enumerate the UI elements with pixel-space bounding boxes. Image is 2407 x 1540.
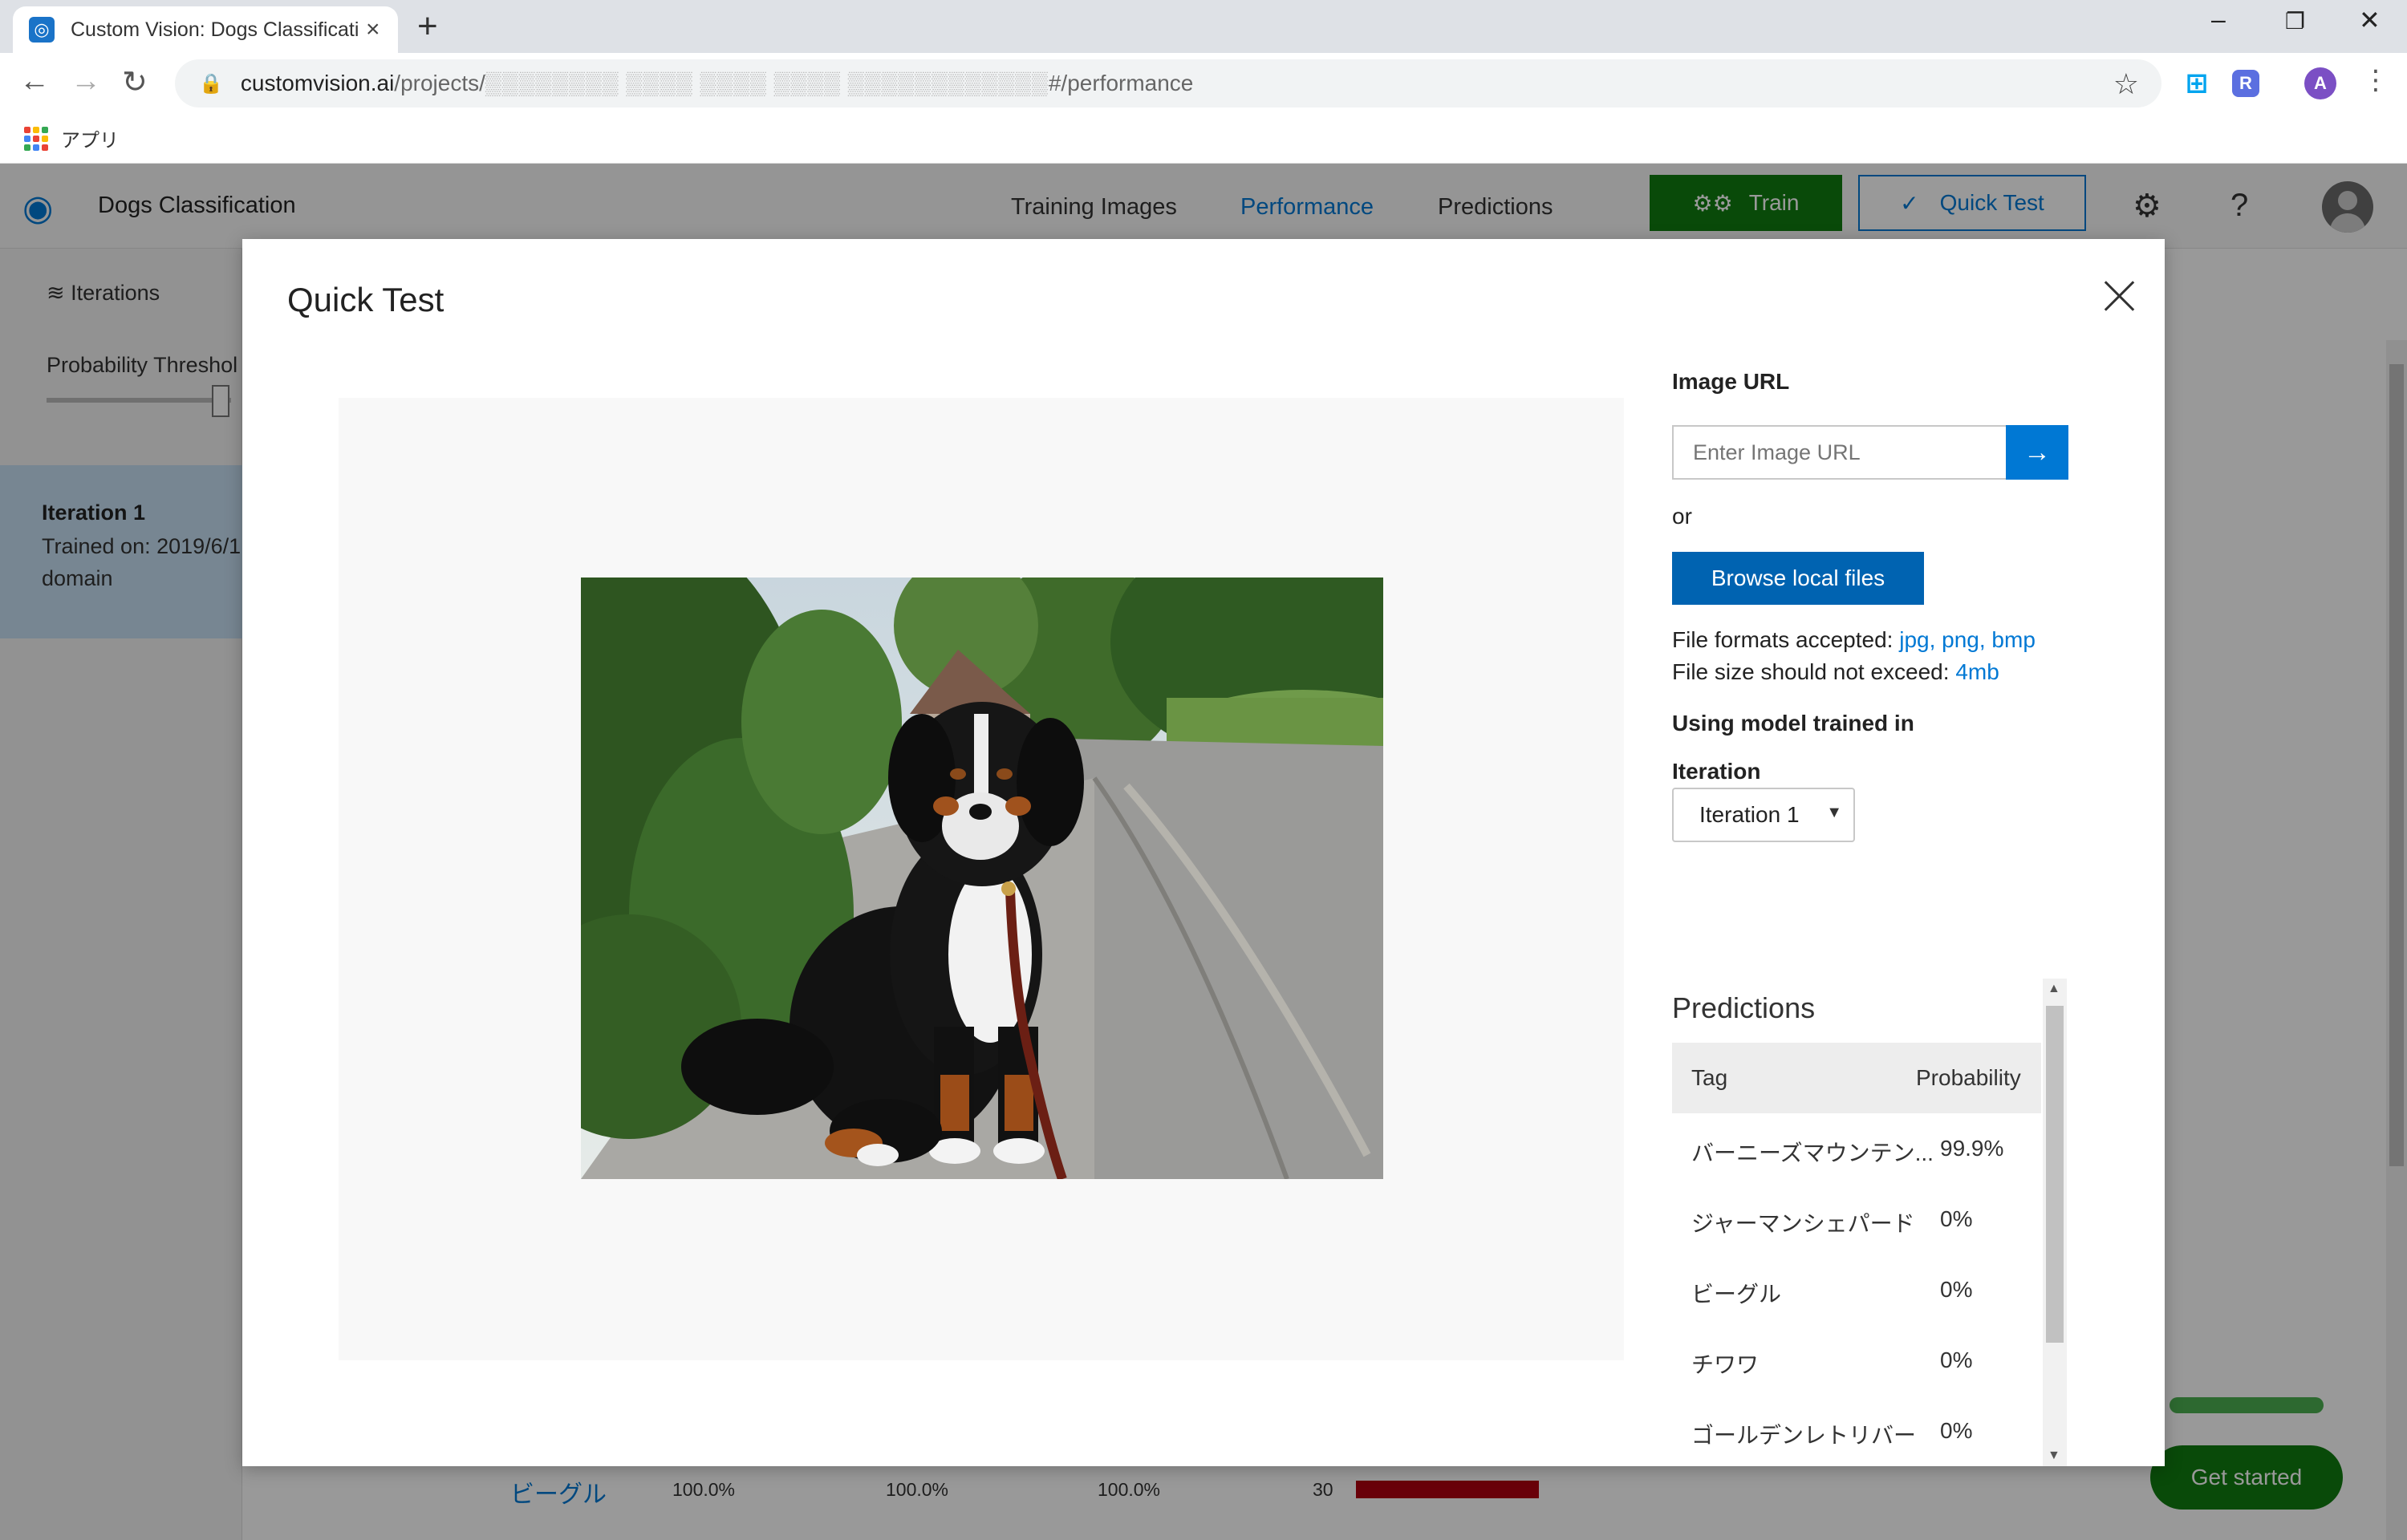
predictions-scrollbar[interactable]: ▲ ▼ xyxy=(2043,979,2067,1466)
scroll-up-icon[interactable]: ▲ xyxy=(2048,982,2060,996)
browser-toolbar: ← → ↻ 🔒 customvision.ai/projects/▒▒▒▒▒▒▒… xyxy=(0,53,2407,114)
file-size-link[interactable]: 4mb xyxy=(1955,659,1999,684)
file-formats-link[interactable]: jpg, png, bmp xyxy=(1899,627,2036,652)
prediction-probability: 99.9% xyxy=(1940,1136,2004,1161)
windows-extension-icon[interactable]: ⊞ xyxy=(2181,67,2213,99)
prediction-row: ゴールデンレトリバー 0% xyxy=(1672,1396,2041,1466)
bookmark-apps[interactable]: アプリ xyxy=(61,124,119,152)
iteration-select[interactable]: Iteration 1 ▼ xyxy=(1672,788,1855,842)
quick-test-options: Image URL → or Browse local files File f… xyxy=(1672,239,2121,1466)
file-formats-text: File formats accepted: jpg, png, bmp xyxy=(1672,627,2036,652)
predictions-table: Tag Probability バーニーズマウンテン... 99.9% ジャーマ… xyxy=(1672,1043,2041,1466)
submit-url-arrow-icon[interactable]: → xyxy=(2006,425,2068,480)
prediction-row: チワワ 0% xyxy=(1672,1325,2041,1396)
prediction-probability: 0% xyxy=(1940,1277,1973,1302)
iteration-label: Iteration xyxy=(1672,759,1761,784)
tab-title: Custom Vision: Dogs Classificatio xyxy=(71,18,359,41)
scrollbar-thumb[interactable] xyxy=(2046,1006,2064,1343)
prediction-row: ビーグル 0% xyxy=(1672,1254,2041,1325)
bookmark-star-icon[interactable]: ☆ xyxy=(2113,67,2139,101)
minimize-icon[interactable]: – xyxy=(2211,5,2226,34)
predictions-title: Predictions xyxy=(1672,991,1816,1024)
browser-tabstrip: ◎ Custom Vision: Dogs Classificatio × + … xyxy=(0,0,2407,53)
column-header-tag: Tag xyxy=(1691,1065,1728,1090)
prediction-tag: チワワ xyxy=(1691,1352,1760,1377)
apps-grid-icon[interactable] xyxy=(24,126,48,151)
prediction-probability: 0% xyxy=(1940,1348,1973,1372)
chevron-down-icon: ▼ xyxy=(1826,804,1842,821)
restore-icon[interactable]: ❐ xyxy=(2285,8,2305,34)
back-icon[interactable]: ← xyxy=(19,64,50,99)
custom-vision-icon: ◎ xyxy=(29,17,55,43)
prediction-row: バーニーズマウンテン... 99.9% xyxy=(1672,1113,2041,1184)
dog-photo xyxy=(581,578,1383,1179)
dialog-title: Quick Test xyxy=(287,281,444,318)
image-preview-panel xyxy=(339,398,1624,1360)
predictions-header-row: Tag Probability xyxy=(1672,1043,2041,1113)
column-header-probability: Probability xyxy=(1916,1065,2021,1090)
model-label: Using model trained in xyxy=(1672,711,1914,736)
extension-icon[interactable]: R xyxy=(2232,70,2259,97)
file-size-text: File size should not exceed: 4mb xyxy=(1672,659,1999,684)
prediction-tag: ビーグル xyxy=(1691,1282,1782,1307)
close-window-icon[interactable]: ✕ xyxy=(2359,5,2381,35)
reload-icon[interactable]: ↻ xyxy=(122,64,148,100)
prediction-row: ジャーマンシェパード 0% xyxy=(1672,1184,2041,1254)
or-label: or xyxy=(1672,504,1692,529)
lock-icon: 🔒 xyxy=(199,72,223,95)
browser-tab[interactable]: ◎ Custom Vision: Dogs Classificatio × xyxy=(13,6,398,53)
prediction-tag: ジャーマンシェパード xyxy=(1691,1211,1915,1236)
forward-icon[interactable]: → xyxy=(71,64,101,99)
prediction-probability: 0% xyxy=(1940,1418,1973,1443)
tab-close-icon[interactable]: × xyxy=(366,16,380,43)
image-url-input[interactable] xyxy=(1672,425,2007,480)
address-bar[interactable]: 🔒 customvision.ai/projects/▒▒▒▒▒▒▒▒ ▒▒▒▒… xyxy=(175,59,2161,107)
prediction-probability: 0% xyxy=(1940,1206,1973,1231)
url-text: customvision.ai/projects/▒▒▒▒▒▒▒▒ ▒▒▒▒ ▒… xyxy=(240,71,1194,95)
quick-test-dialog: Quick Test Image URL Enter Image URL → o… xyxy=(242,239,2165,1466)
browse-local-files-button[interactable]: Browse local files xyxy=(1672,552,1924,605)
profile-avatar[interactable]: A xyxy=(2304,67,2336,99)
prediction-tag: バーニーズマウンテン... xyxy=(1691,1141,1934,1165)
prediction-tag: ゴールデンレトリバー xyxy=(1691,1423,1917,1448)
new-tab-icon[interactable]: + xyxy=(417,8,438,45)
menu-kebab-icon[interactable]: ⋮ xyxy=(2362,64,2389,96)
image-url-label: Image URL xyxy=(1672,369,1790,394)
scroll-down-icon[interactable]: ▼ xyxy=(2048,1449,2060,1463)
bookmarks-bar: アプリ xyxy=(0,114,2407,164)
